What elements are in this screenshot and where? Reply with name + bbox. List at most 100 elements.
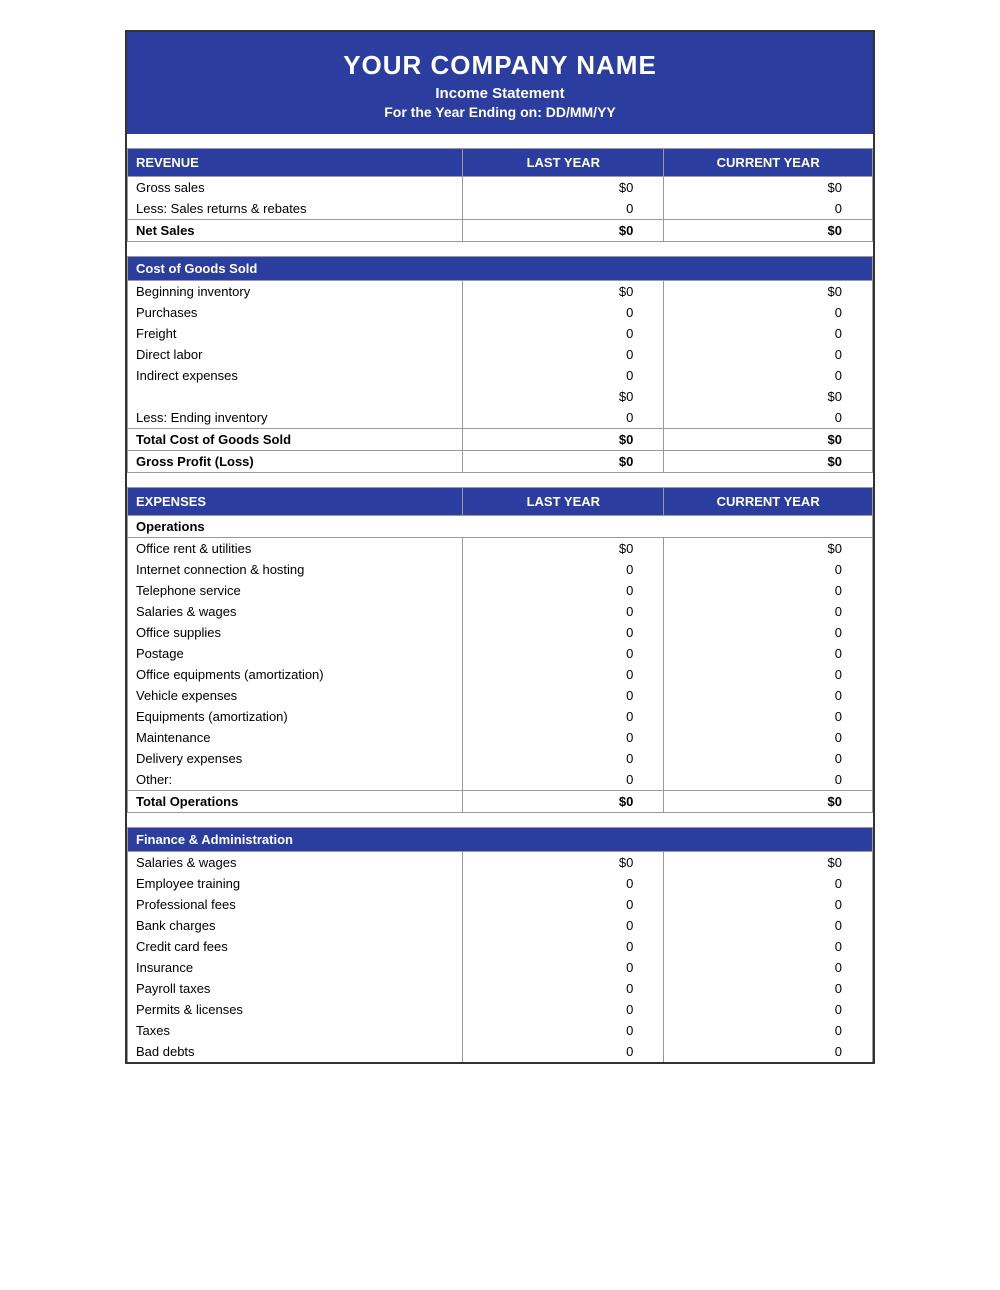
- finance-row-label: Employee training: [128, 873, 463, 894]
- operations-data-row: Other: 0 0: [128, 769, 873, 791]
- total-operations-label: Total Operations: [128, 791, 463, 813]
- doc-subtitle: For the Year Ending on: DD/MM/YY: [137, 104, 863, 120]
- cogs-table: Cost of Goods Sold Beginning inventory $…: [127, 256, 873, 473]
- doc-title: Income Statement: [137, 85, 863, 102]
- operations-data-row: Office supplies 0 0: [128, 622, 873, 643]
- finance-data-row: Employee training 0 0: [128, 873, 873, 894]
- operations-row-label: Office rent & utilities: [128, 538, 463, 560]
- finance-data-row: Taxes 0 0: [128, 1020, 873, 1041]
- operations-row-label: Telephone service: [128, 580, 463, 601]
- expenses-table: EXPENSES LAST YEAR CURRENT YEAR Operatio…: [127, 487, 873, 813]
- operations-row-last-year: 0: [463, 706, 664, 727]
- finance-row-current-year: 0: [664, 894, 873, 915]
- finance-row-current-year: 0: [664, 1041, 873, 1062]
- net-sales-last-year: $0: [463, 220, 664, 242]
- operations-row-label: Postage: [128, 643, 463, 664]
- revenue-last-year-header: LAST YEAR: [463, 149, 664, 177]
- operations-data-row: Internet connection & hosting 0 0: [128, 559, 873, 580]
- operations-row-current-year: 0: [664, 748, 873, 769]
- cogs-header-row: Cost of Goods Sold: [128, 257, 873, 281]
- operations-row-label: Office supplies: [128, 622, 463, 643]
- operations-data-row: Maintenance 0 0: [128, 727, 873, 748]
- finance-row-label: Insurance: [128, 957, 463, 978]
- operations-data-row: Vehicle expenses 0 0: [128, 685, 873, 706]
- ending-inventory-label: Less: Ending inventory: [128, 407, 463, 429]
- revenue-data-row: Less: Sales returns & rebates 0 0: [128, 198, 873, 220]
- cogs-subtotal-current-year: $0: [664, 386, 873, 407]
- cogs-subtotal-row: $0 $0: [128, 386, 873, 407]
- finance-data-row: Salaries & wages $0 $0: [128, 852, 873, 874]
- finance-row-current-year: 0: [664, 978, 873, 999]
- finance-data-row: Insurance 0 0: [128, 957, 873, 978]
- cogs-row-label: Indirect expenses: [128, 365, 463, 386]
- operations-row-label: Other:: [128, 769, 463, 791]
- gross-profit-current-year: $0: [664, 451, 873, 473]
- finance-row-last-year: 0: [463, 873, 664, 894]
- cogs-row-label: Direct labor: [128, 344, 463, 365]
- finance-row-current-year: 0: [664, 999, 873, 1020]
- finance-data-row: Permits & licenses 0 0: [128, 999, 873, 1020]
- operations-row-last-year: 0: [463, 580, 664, 601]
- finance-header-row: Finance & Administration: [128, 828, 873, 852]
- operations-row-last-year: $0: [463, 538, 664, 560]
- operations-row-last-year: 0: [463, 664, 664, 685]
- operations-row-label: Equipments (amortization): [128, 706, 463, 727]
- finance-row-last-year: 0: [463, 999, 664, 1020]
- gross-profit-last-year: $0: [463, 451, 664, 473]
- operations-row-current-year: 0: [664, 643, 873, 664]
- finance-row-current-year: 0: [664, 873, 873, 894]
- finance-row-label: Salaries & wages: [128, 852, 463, 874]
- operations-row-last-year: 0: [463, 769, 664, 791]
- operations-data-row: Office rent & utilities $0 $0: [128, 538, 873, 560]
- cogs-row-last-year: 0: [463, 302, 664, 323]
- operations-row-last-year: 0: [463, 559, 664, 580]
- cogs-row-current-year: 0: [664, 344, 873, 365]
- finance-row-last-year: 0: [463, 894, 664, 915]
- finance-row-last-year: 0: [463, 978, 664, 999]
- finance-table: Finance & Administration Salaries & wage…: [127, 827, 873, 1062]
- expenses-current-year-header: CURRENT YEAR: [664, 488, 873, 516]
- finance-row-current-year: 0: [664, 915, 873, 936]
- operations-data-row: Office equipments (amortization) 0 0: [128, 664, 873, 685]
- operations-row-current-year: 0: [664, 685, 873, 706]
- operations-row-current-year: 0: [664, 559, 873, 580]
- total-operations-last-year: $0: [463, 791, 664, 813]
- operations-row-last-year: 0: [463, 601, 664, 622]
- net-sales-current-year: $0: [664, 220, 873, 242]
- finance-row-current-year: 0: [664, 957, 873, 978]
- finance-data-row: Payroll taxes 0 0: [128, 978, 873, 999]
- finance-data-row: Bank charges 0 0: [128, 915, 873, 936]
- operations-row-current-year: 0: [664, 601, 873, 622]
- operations-row-last-year: 0: [463, 685, 664, 706]
- finance-row-label: Bank charges: [128, 915, 463, 936]
- ending-inventory-last-year: 0: [463, 407, 664, 429]
- cogs-section-label: Cost of Goods Sold: [128, 257, 873, 281]
- revenue-table: REVENUE LAST YEAR CURRENT YEAR Gross sal…: [127, 148, 873, 242]
- operations-row-current-year: 0: [664, 622, 873, 643]
- operations-row-label: Internet connection & hosting: [128, 559, 463, 580]
- page-wrapper: YOUR COMPANY NAME Income Statement For t…: [125, 30, 875, 1064]
- finance-row-current-year: 0: [664, 936, 873, 957]
- finance-row-last-year: 0: [463, 1041, 664, 1062]
- operations-row-last-year: 0: [463, 748, 664, 769]
- total-cogs-current-year: $0: [664, 429, 873, 451]
- operations-data-row: Equipments (amortization) 0 0: [128, 706, 873, 727]
- operations-subheader-row: Operations: [128, 516, 873, 538]
- report-header: YOUR COMPANY NAME Income Statement For t…: [127, 32, 873, 134]
- gross-profit-label: Gross Profit (Loss): [128, 451, 463, 473]
- finance-row-label: Bad debts: [128, 1041, 463, 1062]
- finance-row-label: Payroll taxes: [128, 978, 463, 999]
- revenue-row-label: Less: Sales returns & rebates: [128, 198, 463, 220]
- cogs-row-label: Beginning inventory: [128, 281, 463, 303]
- operations-row-current-year: 0: [664, 769, 873, 791]
- operations-row-last-year: 0: [463, 727, 664, 748]
- cogs-row-last-year: 0: [463, 344, 664, 365]
- cogs-row-last-year: $0: [463, 281, 664, 303]
- expenses-section-label: EXPENSES: [128, 488, 463, 516]
- operations-row-current-year: 0: [664, 664, 873, 685]
- finance-row-label: Permits & licenses: [128, 999, 463, 1020]
- operations-label: Operations: [128, 516, 873, 538]
- finance-row-last-year: 0: [463, 957, 664, 978]
- operations-data-row: Telephone service 0 0: [128, 580, 873, 601]
- cogs-row-last-year: 0: [463, 323, 664, 344]
